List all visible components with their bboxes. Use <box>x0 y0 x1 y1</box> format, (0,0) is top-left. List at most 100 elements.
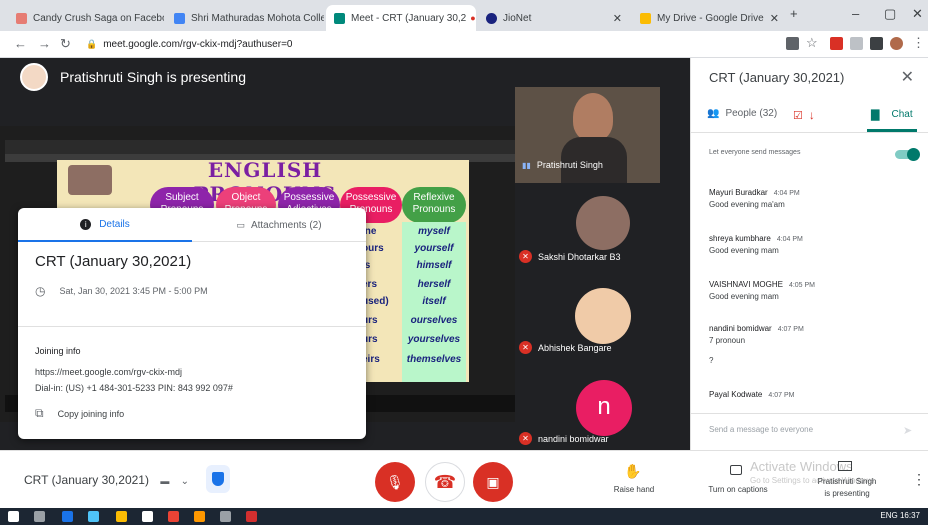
minimize-button[interactable]: – <box>852 6 859 21</box>
acrobat-icon[interactable] <box>246 511 257 522</box>
name-text: nandini bomidwar <box>538 433 609 444</box>
tab-drive[interactable]: My Drive - Google Drive ✕ <box>632 5 782 31</box>
extension-icon[interactable] <box>850 37 863 50</box>
camera-icon[interactable] <box>786 37 799 50</box>
slide-header-reflexive: Reflexive Pronouns <box>402 187 466 223</box>
tab-label: My Drive - Google Drive <box>657 12 764 24</box>
sender-name: VAISHNAVI MOGHE <box>709 280 783 289</box>
mic-toggle-button[interactable]: 🎙 <box>375 462 415 502</box>
camera-toggle-button[interactable]: ▣ <box>473 462 513 502</box>
dial-in-info: Dial-in: (US) +1 484-301-5233 PIN: 843 9… <box>35 383 233 393</box>
slide-cell: ers <box>362 279 378 290</box>
tab-details[interactable]: i Details <box>18 208 192 242</box>
chat-message: ? <box>709 356 714 365</box>
tab-candy-crush[interactable]: Candy Crush Saga on Faceboo ✕ <box>8 5 164 31</box>
chat-sender: Mayuri Buradkar 4:04 PM <box>709 188 800 197</box>
let-everyone-toggle[interactable] <box>895 148 921 161</box>
tab-label: Candy Crush Saga on Faceboo <box>33 12 164 24</box>
captions-button[interactable]: Turn on captions <box>698 485 778 494</box>
chat-message: Good evening ma'am <box>709 200 785 209</box>
joining-link[interactable]: https://meet.google.com/rgv-ckix-mdj <box>35 367 182 377</box>
slide-cell: used) <box>362 296 389 307</box>
app-icon[interactable] <box>194 511 205 522</box>
avatar <box>20 63 48 91</box>
participant-name: ▮▮ Pratishruti Singh <box>522 160 603 170</box>
tab-people[interactable]: 👥 People (32) <box>707 108 777 119</box>
teacher-illustration <box>68 165 112 195</box>
captions-icon[interactable] <box>730 465 742 475</box>
slide-cell: is <box>362 260 371 271</box>
app-icon[interactable] <box>142 511 153 522</box>
slide-cell: yourself <box>414 243 454 254</box>
attendance-extension[interactable]: ☑ ↓ <box>793 108 815 122</box>
presenting-label[interactable]: Pratishruti Singh <box>812 477 882 486</box>
slide-cell: ourselves <box>410 315 458 326</box>
tab-chat[interactable]: ▇ Chat <box>871 108 913 121</box>
meeting-details-button[interactable]: CRT (January 30,2021) ▬ ⌄ <box>24 473 189 487</box>
hand-icon[interactable]: ✋ <box>624 463 641 480</box>
tab-label: Details <box>99 218 130 230</box>
clock-icon: ◷ <box>35 284 46 298</box>
app-icon[interactable] <box>220 511 231 522</box>
address-bar: ← → ↻ 🔒 meet.google.com/rgv-ckix-mdj?aut… <box>0 31 928 58</box>
reload-icon[interactable]: ↻ <box>60 36 71 52</box>
raise-hand-button[interactable]: Raise hand <box>604 485 664 494</box>
meeting-name: CRT (January 30,2021) <box>24 473 149 487</box>
mic-off-icon: ✕ <box>519 250 532 263</box>
maximize-button[interactable]: ▢ <box>884 6 896 22</box>
explorer-icon[interactable] <box>116 511 127 522</box>
system-tray-clock[interactable]: ENG 16:37 <box>880 511 920 520</box>
url-field[interactable]: 🔒 meet.google.com/rgv-ckix-mdj?authuser=… <box>80 34 770 55</box>
meet-icon <box>334 12 345 24</box>
tab-college[interactable]: Shri Mathuradas Mohota Colle ✕ <box>166 5 324 31</box>
candy-crush-icon <box>16 12 27 24</box>
tab-label: Chat <box>891 109 913 120</box>
close-icon[interactable]: ✕ <box>901 67 914 87</box>
extension-icon[interactable] <box>830 37 843 50</box>
message-time: 4:07 PM <box>777 326 804 333</box>
presenter-label: Pratishruti Singh is presenting <box>60 69 246 85</box>
meeting-title: CRT (January 30,2021) <box>35 253 192 270</box>
audio-level-icon: ▮▮ <box>522 160 531 170</box>
attachment-icon: ▭ <box>236 219 245 230</box>
participant-name: ✕ Abhishek Bangare <box>519 341 612 354</box>
people-icon: 👥 <box>707 108 720 119</box>
avatar: n <box>576 380 632 436</box>
captions-icon: ▬ <box>160 476 170 486</box>
tab-jionet[interactable]: JioNet ✕ <box>478 5 630 31</box>
arrow-down-icon: ↓ <box>808 108 815 122</box>
close-window-button[interactable]: ✕ <box>912 6 923 22</box>
close-icon[interactable]: ✕ <box>764 12 779 25</box>
ppt-titlebar <box>5 140 515 154</box>
meeting-details-popup: i Details ▭ Attachments (2) CRT (January… <box>18 208 366 439</box>
shield-icon[interactable] <box>206 465 230 493</box>
windows-start-icon[interactable] <box>8 511 19 522</box>
copy-joining-info-button[interactable]: ⧉ Copy joining info <box>35 406 124 421</box>
chrome-icon[interactable] <box>168 511 179 522</box>
tab-meet[interactable]: Meet - CRT (January 30,2 ● ✕ <box>326 5 476 31</box>
new-tab-button[interactable]: + <box>790 6 798 21</box>
url-text: meet.google.com/rgv-ckix-mdj?authuser=0 <box>103 39 293 50</box>
store-icon[interactable] <box>88 511 99 522</box>
chat-sender: shreya kumbhare 4:04 PM <box>709 234 803 243</box>
forward-icon[interactable]: → <box>38 36 51 51</box>
star-icon[interactable]: ☆ <box>806 35 818 51</box>
back-icon[interactable]: ← <box>14 36 27 51</box>
participant-name: ✕ nandini bomidwar <box>519 432 609 445</box>
avatar[interactable] <box>890 37 903 50</box>
slide-cell: eirs <box>362 354 380 365</box>
close-icon[interactable]: ✕ <box>607 12 622 25</box>
present-icon[interactable] <box>838 461 852 471</box>
chat-input[interactable]: Send a message to everyone <box>709 425 813 434</box>
more-options-icon[interactable]: ⋮ <box>912 471 926 488</box>
tab-attachments[interactable]: ▭ Attachments (2) <box>192 208 366 242</box>
edge-icon[interactable] <box>62 511 73 522</box>
leave-call-button[interactable]: ☎ <box>425 462 465 502</box>
menu-icon[interactable]: ⋮ <box>912 35 925 51</box>
puzzle-icon[interactable] <box>870 37 883 50</box>
task-view-icon[interactable] <box>34 511 45 522</box>
presenting-label[interactable]: is presenting <box>812 489 882 498</box>
send-icon[interactable]: ➤ <box>903 424 912 437</box>
mic-off-icon: ✕ <box>519 432 532 445</box>
slide-cell: urs <box>362 334 378 345</box>
